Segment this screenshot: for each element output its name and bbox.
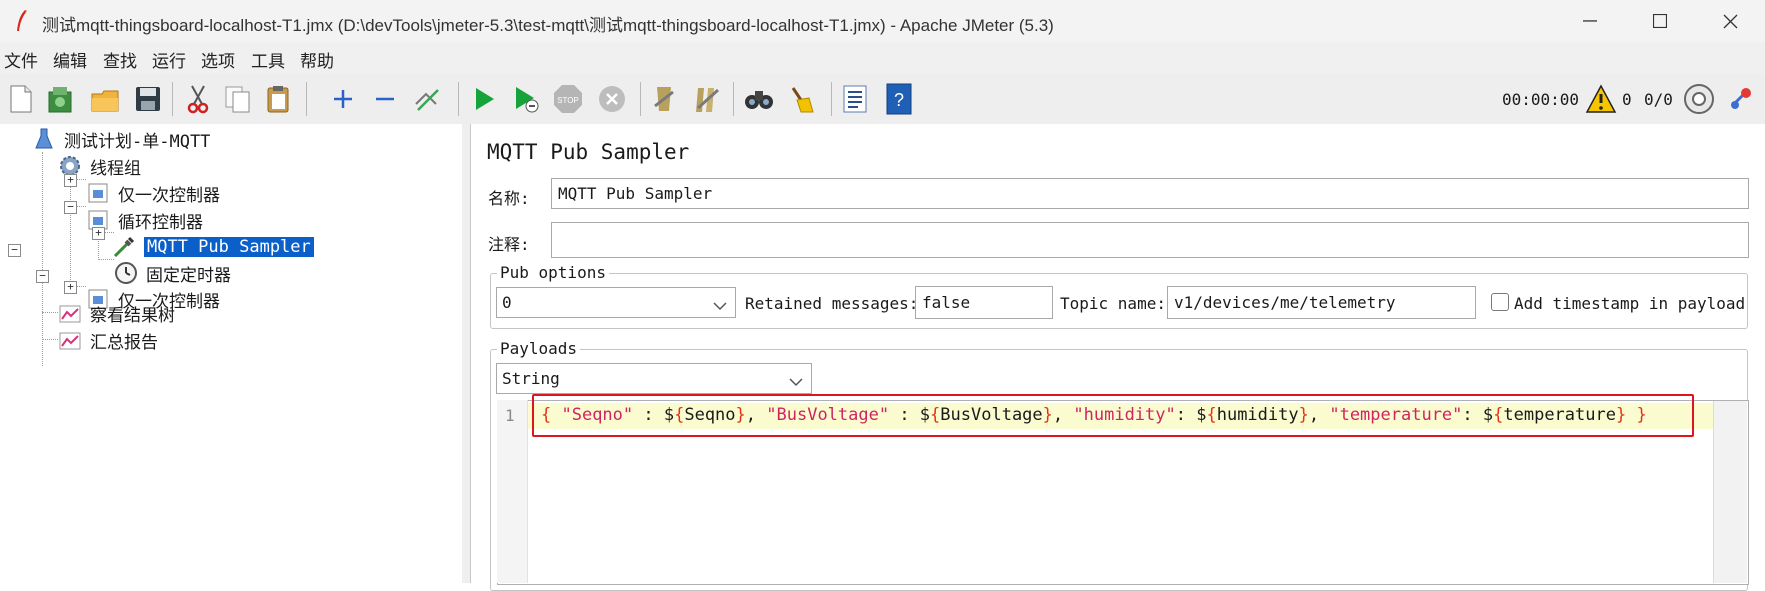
comment-label: 注释:: [488, 235, 530, 254]
editor-scrollbar[interactable]: [1713, 401, 1747, 583]
payload-type-select[interactable]: String: [496, 363, 812, 394]
page-title: MQTT Pub Sampler: [487, 140, 690, 164]
tree-item-summary-report[interactable]: 汇总报告: [58, 327, 158, 353]
comment-field[interactable]: [551, 222, 1749, 258]
remote-status-icon[interactable]: [1682, 82, 1716, 116]
listener-graph-icon: [58, 301, 82, 325]
menu-help[interactable]: 帮助: [300, 47, 334, 72]
tree-item-test-plan[interactable]: 测试计划-单-MQTT: [32, 126, 210, 152]
paste-icon[interactable]: [262, 82, 296, 116]
expand-all-icon[interactable]: [326, 82, 360, 116]
cut-icon[interactable]: [181, 82, 215, 116]
tree-collapse-toggle[interactable]: −: [8, 244, 21, 257]
close-button[interactable]: [1695, 0, 1765, 42]
tree-item-label: 仅一次控制器: [118, 185, 220, 206]
menu-search[interactable]: 查找: [103, 47, 137, 72]
open-icon[interactable]: [88, 82, 122, 116]
sampler-pipette-icon: [112, 235, 136, 259]
tree-item-label: MQTT Pub Sampler: [144, 237, 314, 257]
tree-collapse-toggle[interactable]: −: [64, 201, 77, 214]
new-icon[interactable]: [4, 82, 38, 116]
start-icon[interactable]: [467, 82, 501, 116]
menu-run[interactable]: 运行: [152, 47, 186, 72]
tree-item-label: 测试计划-单-MQTT: [64, 131, 211, 152]
payload-type-value: String: [502, 369, 560, 388]
tree-expand-toggle[interactable]: +: [64, 281, 77, 294]
tree-item-label: 循环控制器: [118, 212, 203, 233]
minimize-button[interactable]: [1555, 0, 1625, 42]
annotation-highlight-box: [532, 394, 1694, 437]
tree-collapse-toggle[interactable]: −: [36, 270, 49, 283]
function-helper-icon[interactable]: [838, 82, 872, 116]
chevron-down-icon: [713, 296, 727, 315]
menu-bar: 文件 编辑 查找 运行 选项 工具 帮助: [0, 42, 1765, 75]
pub-options-title: Pub options: [497, 263, 609, 282]
search-binoculars-icon[interactable]: [742, 82, 776, 116]
svg-text:?: ?: [894, 90, 904, 110]
maximize-button[interactable]: [1625, 0, 1695, 42]
tree-item-mqtt-pub-sampler[interactable]: MQTT Pub Sampler: [112, 234, 314, 260]
panel-splitter[interactable]: [462, 124, 471, 583]
window-title: 测试mqtt-thingsboard-localhost-T1.jmx (D:\…: [42, 16, 1054, 35]
tree-item-constant-timer[interactable]: 固定定时器: [114, 260, 231, 286]
collapse-all-icon[interactable]: [368, 82, 402, 116]
topic-field[interactable]: v1/devices/me/telemetry: [1167, 286, 1476, 319]
elapsed-timer: 00:00:00: [1502, 90, 1580, 109]
tree-expand-toggle[interactable]: +: [92, 227, 105, 240]
thread-count: 0/0: [1644, 90, 1673, 109]
tree-item-label: 线程组: [90, 158, 141, 179]
shutdown-icon[interactable]: [595, 82, 629, 116]
save-icon[interactable]: [131, 82, 165, 116]
timer-clock-icon: [114, 261, 138, 285]
stop-icon[interactable]: STOP: [551, 82, 585, 116]
menu-file[interactable]: 文件: [4, 47, 38, 72]
qos-value: 0: [502, 293, 512, 312]
tree-item-label: 固定定时器: [146, 265, 231, 286]
qos-select[interactable]: 0: [496, 287, 736, 318]
reset-search-broom-icon[interactable]: [785, 82, 819, 116]
clear-all-icon[interactable]: [690, 82, 724, 116]
retained-field[interactable]: false: [915, 286, 1053, 319]
tree-item-label: 察看结果树: [90, 305, 175, 326]
start-no-pauses-icon[interactable]: [509, 82, 543, 116]
warning-icon[interactable]: [1584, 82, 1618, 116]
tree-item-once-controller[interactable]: 仅一次控制器: [86, 180, 220, 206]
help-icon[interactable]: ?: [882, 82, 916, 116]
chevron-down-icon: [789, 372, 803, 391]
toggle-icon[interactable]: [410, 82, 444, 116]
payloads-title: Payloads: [497, 339, 581, 358]
svg-text:STOP: STOP: [557, 96, 579, 105]
clear-icon[interactable]: [647, 82, 681, 116]
jmeter-feather-icon: [14, 9, 30, 33]
test-plan-icon: [32, 127, 56, 151]
name-label: 名称:: [488, 189, 530, 208]
topic-label: Topic name:: [1060, 294, 1166, 313]
menu-options[interactable]: 选项: [201, 47, 235, 72]
tree-item-view-results-tree[interactable]: 察看结果树: [58, 300, 175, 326]
name-field[interactable]: MQTT Pub Sampler: [551, 178, 1749, 209]
log-viewer-icon[interactable]: [1724, 82, 1758, 116]
title-bar: 测试mqtt-thingsboard-localhost-T1.jmx (D:\…: [0, 0, 1765, 42]
retained-label: Retained messages:: [745, 294, 919, 313]
tree-item-label: 汇总报告: [90, 332, 158, 353]
test-plan-tree: − 测试计划-单-MQTT − 线程组 + 仅一次控制器 − 循环控制器 + M…: [0, 124, 463, 583]
copy-icon[interactable]: [221, 82, 255, 116]
line-number: 1: [505, 406, 515, 425]
line-number-gutter: [497, 400, 528, 583]
toolbar: STOP ? 00:00:00 0 0/0: [0, 74, 1765, 125]
warning-count: 0: [1622, 90, 1632, 109]
menu-tools[interactable]: 工具: [251, 47, 285, 72]
timestamp-label: Add timestamp in payload: [1514, 294, 1746, 313]
menu-edit[interactable]: 编辑: [53, 47, 87, 72]
timestamp-checkbox[interactable]: [1491, 293, 1509, 311]
templates-icon[interactable]: [44, 82, 78, 116]
controller-icon: [86, 181, 110, 205]
listener-graph-icon: [58, 328, 82, 352]
tree-expand-toggle[interactable]: +: [64, 174, 77, 187]
